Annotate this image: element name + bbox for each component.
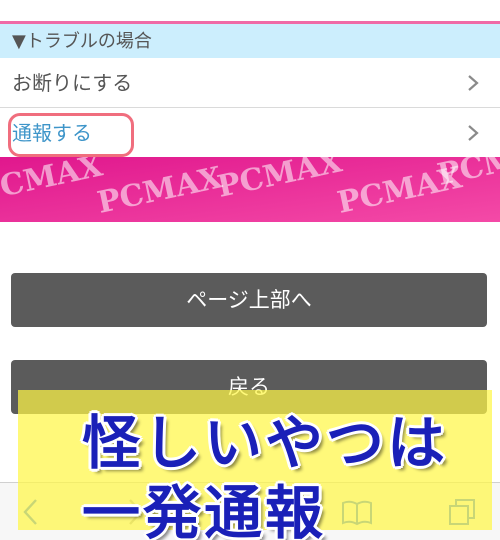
caption-line-2: 一発通報 xyxy=(82,479,327,540)
chevron-right-icon xyxy=(468,125,479,141)
banner-pattern: PCMAX PCMAX PCMAX PCMAX PCMAX xyxy=(0,157,500,222)
chevron-right-icon xyxy=(468,75,479,91)
section-header-trouble: ▼トラブルの場合 xyxy=(0,24,500,60)
menu-item-decline[interactable]: お断りにする xyxy=(0,58,500,108)
menu-item-label: お断りにする xyxy=(12,71,133,95)
pcmax-banner[interactable]: PCMAX PCMAX PCMAX PCMAX PCMAX xyxy=(0,157,500,222)
report-highlight-ring xyxy=(8,113,134,157)
page-top-button[interactable]: ページ上部へ xyxy=(11,273,487,327)
